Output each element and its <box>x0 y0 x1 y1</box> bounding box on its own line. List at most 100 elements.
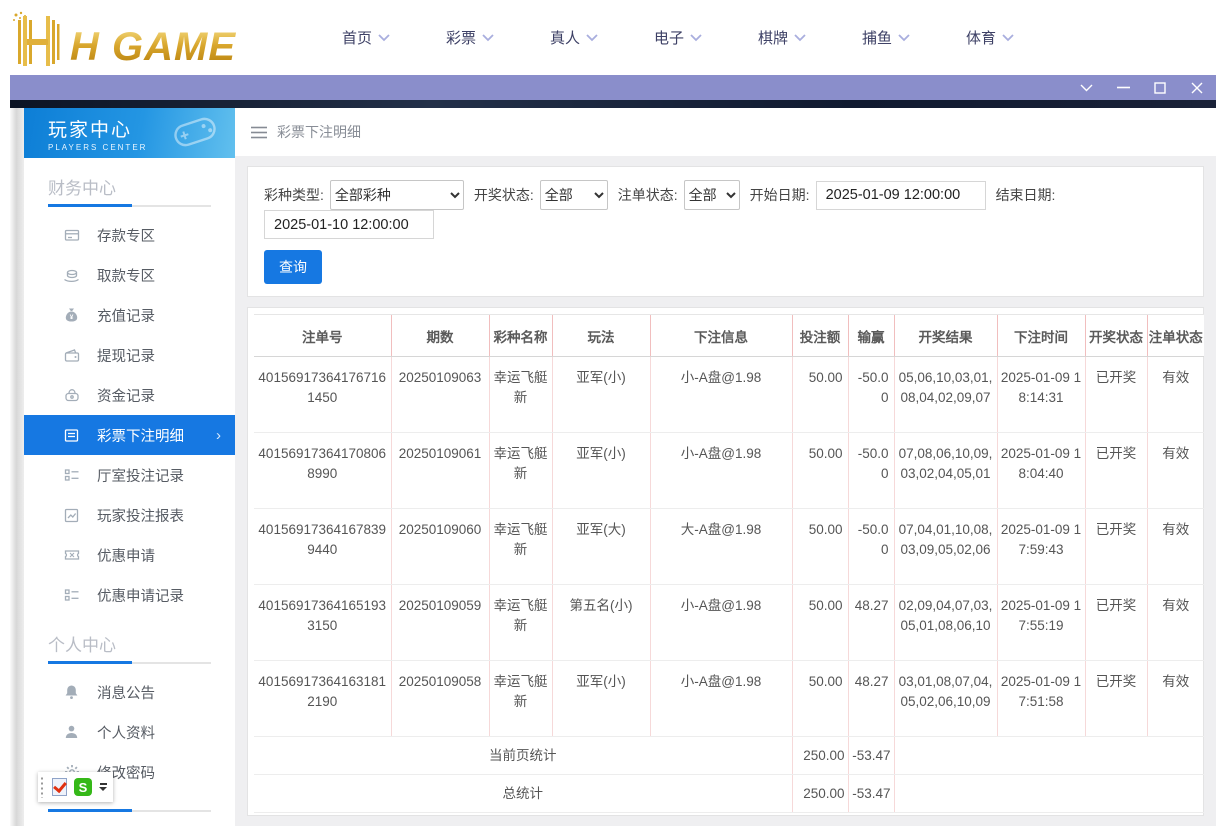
moneybag-icon: ¥ <box>63 307 80 323</box>
nav-label: 电子 <box>653 30 684 47</box>
order-status-select[interactable]: 全部 <box>683 180 740 210</box>
chevron-down-icon <box>898 33 910 41</box>
sidebar-item-label: 取款专区 <box>97 268 155 285</box>
sidebar-item-label: 彩票下注明细 <box>97 428 184 445</box>
table-row: 401569173641631812190 20250109058 幸运飞艇新 … <box>254 660 1204 737</box>
amount-cell: 50.00 <box>791 432 848 509</box>
note-check-icon[interactable] <box>52 778 67 796</box>
sidebar-item-funds-records[interactable]: 资金记录 <box>24 375 235 415</box>
sidebar-item-deposit[interactable]: 存款专区 <box>24 215 235 255</box>
drag-handle-icon[interactable] <box>40 776 45 798</box>
summary-win-loss-cell: -53.47 <box>847 774 894 813</box>
sidebar-item-recharge-records[interactable]: ¥ 充值记录 <box>24 295 235 335</box>
bet-id-cell: 401569173641651933150 <box>254 584 391 661</box>
nav-item-lottery[interactable]: 彩票 <box>418 27 522 48</box>
lottery-type-select[interactable]: 全部彩种 <box>329 180 464 210</box>
summary-label-cell: 当前页统计 <box>254 736 792 775</box>
search-button[interactable]: 查询 <box>264 250 322 284</box>
window-minimize-button[interactable] <box>1116 81 1130 95</box>
window-close-button[interactable] <box>1190 81 1204 95</box>
expand-toolbar-icon[interactable] <box>99 783 107 791</box>
result-cell: 03,01,08,07,04,05,02,06,10,09 <box>893 660 997 737</box>
hamburger-icon[interactable] <box>251 126 267 139</box>
bet-time-cell: 2025-01-09 17:55:19 <box>996 584 1085 661</box>
sidebar-item-withdrawal-records[interactable]: 提现记录 <box>24 335 235 375</box>
bets-table: 注单号 期数 彩种名称 玩法 下注信息 投注额 输赢 开奖结果 下注时间 开奖状… <box>254 314 1204 813</box>
bet-info-cell: 大-A盘@1.98 <box>649 508 792 585</box>
sidebar-item-player-bet-report[interactable]: 玩家投注报表 <box>24 495 235 535</box>
result-cell: 07,08,06,10,09,03,02,04,05,01 <box>893 432 997 509</box>
withdraw-hand-icon <box>63 267 80 283</box>
draw-status-cell: 已开奖 <box>1084 508 1147 585</box>
lottery-cell: 幸运飞艇新 <box>488 356 552 433</box>
win-loss-cell: -50.00 <box>847 508 894 585</box>
chevron-down-icon <box>586 33 598 41</box>
sidebar-item-promo-apply-records[interactable]: 优惠申请记录 <box>24 575 235 615</box>
sidebar: 玩家中心 PLAYERS CENTER 财务中心 存款专区 取款专区 ¥ 充值记… <box>24 108 235 826</box>
draw-status-cell: 已开奖 <box>1084 660 1147 737</box>
nav-item-cards[interactable]: 棋牌 <box>730 27 834 48</box>
order-status-cell: 有效 <box>1146 584 1204 661</box>
start-date-input[interactable] <box>815 180 986 210</box>
bet-id-cell: 401569173641708068990 <box>254 432 391 509</box>
nav-item-home[interactable]: 首页 <box>314 27 418 48</box>
summary-label-cell: 总统计 <box>254 774 792 813</box>
end-date-input[interactable] <box>264 210 434 239</box>
sidebar-item-withdraw[interactable]: 取款专区 <box>24 255 235 295</box>
col-header-bet-info: 下注信息 <box>649 314 792 357</box>
nav-label: 真人 <box>549 30 580 47</box>
lottery-cell: 幸运飞艇新 <box>488 432 552 509</box>
sidebar-item-hall-bet-records[interactable]: 厅室投注记录 <box>24 455 235 495</box>
window-dropdown-icon[interactable] <box>1079 81 1093 95</box>
lottery-type-label: 彩种类型: <box>264 187 324 203</box>
sidebar-section-finance: 财务中心 <box>48 179 116 198</box>
breadcrumb: 彩票下注明细 <box>235 108 1216 156</box>
nav-item-slots[interactable]: 电子 <box>626 27 730 48</box>
draw-status-select[interactable]: 全部 <box>539 180 608 210</box>
lottery-cell: 幸运飞艇新 <box>488 660 552 737</box>
sogou-s-icon[interactable]: S <box>74 778 92 796</box>
nav-item-fishing[interactable]: 捕鱼 <box>834 27 938 48</box>
draw-status-cell: 已开奖 <box>1084 356 1147 433</box>
bet-info-cell: 小-A盘@1.98 <box>649 584 792 661</box>
table-row: 401569173641767161450 20250109063 幸运飞艇新 … <box>254 356 1204 433</box>
period-cell: 20250109061 <box>390 432 489 509</box>
bet-id-cell: 401569173641767161450 <box>254 356 391 433</box>
sidebar-item-profile[interactable]: 个人资料 <box>24 712 235 752</box>
start-date-label: 开始日期: <box>749 187 810 203</box>
logo-emblem <box>13 11 60 66</box>
nav-label: 体育 <box>965 30 996 47</box>
bet-id-cell: 401569173641678399440 <box>254 508 391 585</box>
window-top-strip <box>10 100 1216 108</box>
site-header: H GAME 首页 彩票 真人 电子 棋牌 捕鱼 体育 <box>0 0 1216 75</box>
table-row: 401569173641678399440 20250109060 幸运飞艇新 … <box>254 508 1204 585</box>
window-maximize-button[interactable] <box>1153 81 1167 95</box>
summary-amount-cell: 250.00 <box>791 774 848 813</box>
bet-id-cell: 401569173641631812190 <box>254 660 391 737</box>
end-date-label: 结束日期: <box>995 187 1056 203</box>
sidebar-section-personal: 个人中心 <box>48 636 116 655</box>
sidebar-item-label: 优惠申请 <box>97 548 155 565</box>
table-row: 401569173641708068990 20250109061 幸运飞艇新 … <box>254 432 1204 509</box>
sidebar-item-lottery-bet-details[interactable]: 彩票下注明细 › <box>24 415 235 455</box>
logo[interactable]: H GAME <box>8 10 276 67</box>
filter-panel: 彩种类型: 全部彩种 开奖状态: 全部 注单状态: 全部 开始日期: 结束日期: <box>247 166 1204 297</box>
col-header-bet-time: 下注时间 <box>996 314 1085 357</box>
gamepad-icon <box>174 117 216 147</box>
sidebar-item-label: 玩家投注报表 <box>97 508 184 525</box>
sidebar-item-promo-apply[interactable]: 优惠申请 <box>24 535 235 575</box>
order-status-label: 注单状态: <box>617 187 678 203</box>
bet-time-cell: 2025-01-09 17:51:58 <box>996 660 1085 737</box>
amount-cell: 50.00 <box>791 356 848 433</box>
order-status-cell: 有效 <box>1146 660 1204 737</box>
order-status-cell: 有效 <box>1146 432 1204 509</box>
sidebar-item-announcements[interactable]: 消息公告 <box>24 672 235 712</box>
table-row: 401569173641651933150 20250109059 幸运飞艇新 … <box>254 584 1204 661</box>
win-loss-cell: 48.27 <box>847 660 894 737</box>
nav-item-sports[interactable]: 体育 <box>938 27 1042 48</box>
nav-item-live[interactable]: 真人 <box>522 27 626 48</box>
lottery-cell: 幸运飞艇新 <box>488 584 552 661</box>
summary-amount-cell: 250.00 <box>791 736 848 775</box>
document-icon <box>63 428 80 443</box>
amount-cell: 50.00 <box>791 660 848 737</box>
